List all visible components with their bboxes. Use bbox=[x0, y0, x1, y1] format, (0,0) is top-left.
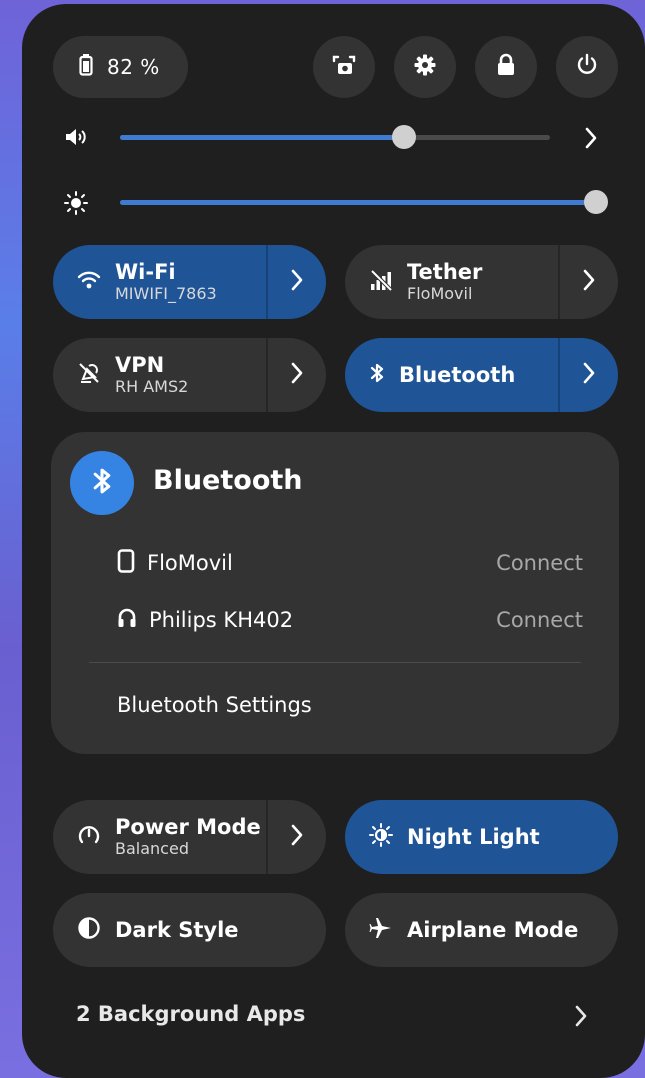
brightness-slider-knob[interactable] bbox=[584, 190, 608, 214]
chevron-right-icon bbox=[290, 268, 304, 296]
power-profile-icon bbox=[77, 823, 101, 851]
power-mode-menu-button[interactable] bbox=[266, 800, 326, 874]
quick-settings-panel: 82 % Wi-Fi MIWIFI_7863 Tether FloMovil V… bbox=[22, 4, 645, 1078]
chevron-right-icon bbox=[582, 361, 596, 389]
chevron-right-icon bbox=[582, 268, 596, 296]
power-mode-title: Power Mode bbox=[115, 815, 261, 839]
tether-title: Tether bbox=[407, 260, 483, 284]
night-light-icon bbox=[369, 823, 393, 851]
tether-device: FloMovil bbox=[407, 284, 473, 303]
night-light-tile[interactable]: Night Light bbox=[345, 800, 618, 874]
screenshot-icon bbox=[332, 54, 356, 80]
airplane-mode-title: Airplane Mode bbox=[407, 918, 579, 942]
tether-toggle[interactable]: Tether FloMovil bbox=[345, 245, 558, 319]
bluetooth-toggle[interactable]: Bluetooth bbox=[345, 338, 558, 412]
menu-divider bbox=[89, 662, 581, 663]
device-name: FloMovil bbox=[147, 551, 233, 575]
bluetooth-menu-title: Bluetooth bbox=[153, 465, 303, 496]
power-mode-tile[interactable]: Power Mode Balanced bbox=[53, 800, 326, 874]
dark-style-toggle[interactable]: Dark Style bbox=[53, 893, 326, 967]
bluetooth-settings-link[interactable]: Bluetooth Settings bbox=[117, 693, 312, 717]
screenshot-button[interactable] bbox=[313, 36, 375, 98]
power-mode-value: Balanced bbox=[115, 839, 189, 858]
vpn-connection: RH AMS2 bbox=[115, 377, 189, 396]
volume-slider-fill bbox=[120, 135, 404, 140]
signal-off-icon bbox=[369, 269, 393, 295]
chevron-right-icon bbox=[290, 823, 304, 851]
settings-button[interactable] bbox=[394, 36, 456, 98]
vpn-tile[interactable]: VPN RH AMS2 bbox=[53, 338, 326, 412]
battery-icon bbox=[79, 54, 93, 80]
sun-icon bbox=[64, 191, 88, 219]
headphones-icon bbox=[117, 607, 137, 633]
vpn-title: VPN bbox=[115, 353, 165, 377]
power-mode-toggle[interactable]: Power Mode Balanced bbox=[53, 800, 266, 874]
device-row[interactable]: FloMovil Connect bbox=[117, 548, 583, 578]
power-button[interactable] bbox=[556, 36, 618, 98]
speaker-icon bbox=[64, 126, 90, 152]
bluetooth-menu: Bluetooth FloMovil Connect Philips KH402… bbox=[51, 432, 619, 754]
wifi-icon bbox=[77, 270, 101, 294]
volume-output-chevron-icon[interactable] bbox=[584, 126, 598, 154]
volume-slider-knob[interactable] bbox=[392, 125, 416, 149]
vpn-toggle[interactable]: VPN RH AMS2 bbox=[53, 338, 266, 412]
bluetooth-icon bbox=[369, 362, 385, 388]
vpn-menu-button[interactable] bbox=[266, 338, 326, 412]
battery-percentage: 82 % bbox=[107, 55, 160, 79]
wifi-toggle[interactable]: Wi-Fi MIWIFI_7863 bbox=[53, 245, 266, 319]
brightness-slider-fill bbox=[120, 200, 596, 205]
phone-icon bbox=[117, 549, 135, 577]
device-name: Philips KH402 bbox=[149, 608, 294, 632]
background-apps-label[interactable]: 2 Background Apps bbox=[76, 1002, 305, 1026]
airplane-mode-toggle[interactable]: Airplane Mode bbox=[345, 893, 618, 967]
chevron-right-icon[interactable] bbox=[574, 1004, 588, 1032]
volume-slider[interactable] bbox=[120, 125, 550, 149]
night-light-title: Night Light bbox=[407, 825, 540, 849]
bluetooth-menu-button[interactable] bbox=[558, 338, 618, 412]
battery-indicator[interactable]: 82 % bbox=[53, 36, 188, 98]
airplane-icon bbox=[369, 916, 393, 944]
gear-icon bbox=[413, 53, 437, 81]
bluetooth-title: Bluetooth bbox=[399, 363, 516, 387]
device-connect-button[interactable]: Connect bbox=[496, 551, 583, 575]
wifi-title: Wi-Fi bbox=[115, 260, 176, 284]
airplane-mode-tile[interactable]: Airplane Mode bbox=[345, 893, 618, 967]
wifi-menu-button[interactable] bbox=[266, 245, 326, 319]
dark-style-tile[interactable]: Dark Style bbox=[53, 893, 326, 967]
lock-button[interactable] bbox=[475, 36, 537, 98]
tether-menu-button[interactable] bbox=[558, 245, 618, 319]
bluetooth-icon bbox=[91, 466, 113, 500]
dark-style-title: Dark Style bbox=[115, 918, 239, 942]
device-connect-button[interactable]: Connect bbox=[496, 608, 583, 632]
dark-style-icon bbox=[77, 916, 101, 944]
bluetooth-badge bbox=[70, 451, 134, 515]
chevron-right-icon bbox=[290, 361, 304, 389]
bluetooth-tile[interactable]: Bluetooth bbox=[345, 338, 618, 412]
brightness-slider[interactable] bbox=[120, 190, 608, 214]
night-light-toggle[interactable]: Night Light bbox=[345, 800, 618, 874]
vpn-off-icon bbox=[77, 361, 101, 389]
tether-tile[interactable]: Tether FloMovil bbox=[345, 245, 618, 319]
wifi-network: MIWIFI_7863 bbox=[115, 284, 217, 303]
wifi-tile[interactable]: Wi-Fi MIWIFI_7863 bbox=[53, 245, 326, 319]
device-row[interactable]: Philips KH402 Connect bbox=[117, 605, 583, 635]
lock-icon bbox=[496, 53, 516, 81]
power-icon bbox=[575, 53, 599, 81]
